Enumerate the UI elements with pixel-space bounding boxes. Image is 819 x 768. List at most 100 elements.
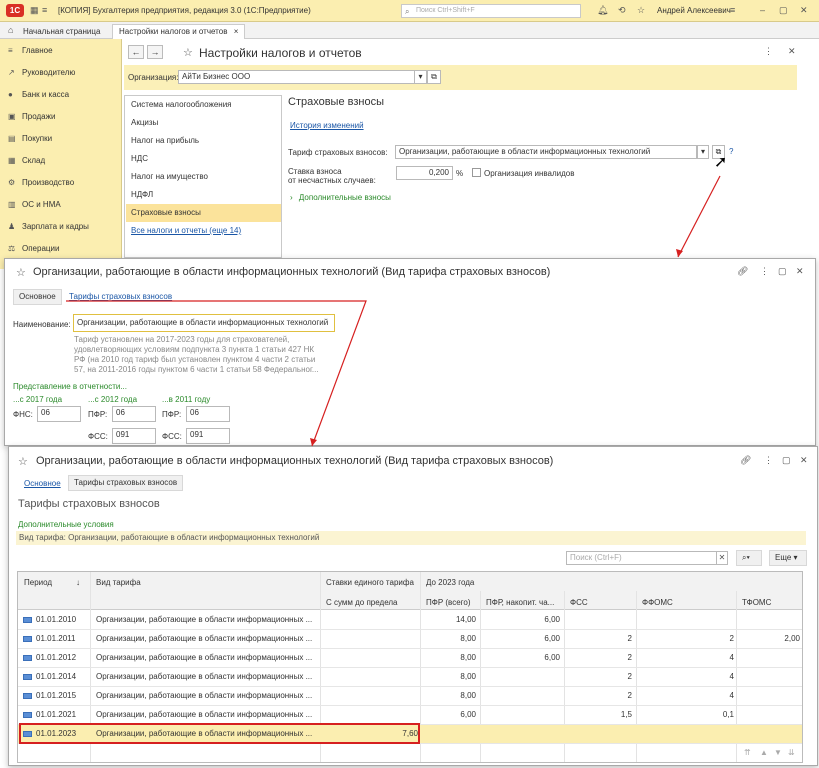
all-taxes-link[interactable]: Все налоги и отчеты (еще 14) [126, 222, 281, 240]
back-button[interactable]: ← [128, 45, 144, 59]
tab-rates-link[interactable]: Тарифы страховых взносов [69, 292, 172, 301]
pfr-2012-field[interactable]: 06 [112, 406, 156, 422]
column-period[interactable]: Период [24, 578, 52, 587]
organization-open-button[interactable]: ⧉ [427, 70, 441, 84]
history-icon[interactable]: ⟲ [618, 5, 626, 16]
list-item[interactable]: Акцизы [126, 114, 281, 132]
column-pfr-funded[interactable]: ПФР, накопит. ча... [486, 598, 554, 607]
list-item[interactable]: НДС [126, 150, 281, 168]
sort-down-icon[interactable]: ↓ [76, 578, 80, 587]
table-row[interactable]: 01.01.2012 Организации, работающие в обл… [18, 649, 802, 668]
more-menu-icon[interactable]: ⋮ [764, 46, 773, 57]
rate-label: Ставка взноса от несчастных случаев: [288, 167, 376, 185]
fss-2011-field[interactable]: 091 [186, 428, 230, 444]
more-menu-icon[interactable]: ⋮ [764, 455, 773, 466]
organization-dropdown[interactable]: ▾ [414, 70, 427, 84]
sidebar-item-operations[interactable]: ⚖ Операции [8, 241, 59, 257]
forward-button[interactable]: → [147, 45, 163, 59]
chart-icon: ↗ [8, 68, 15, 77]
tab-main-link[interactable]: Основное [24, 479, 61, 488]
additional-conditions-link[interactable]: Дополнительные условия [18, 520, 114, 529]
sidebar-item-salary[interactable]: ♟ Зарплата и кадры [8, 219, 89, 235]
column-single-rate[interactable]: Ставки единого тарифа [326, 578, 414, 587]
sidebar-item-production[interactable]: ⚙ Производство [8, 175, 74, 191]
scroll-up-icon[interactable]: ▲ [760, 748, 768, 757]
table-search-input[interactable]: Поиск (Ctrl+F) [566, 551, 717, 565]
tax-section-list: Система налогообложения Акцизы Налог на … [124, 95, 282, 258]
rate-field[interactable]: 0,200 [396, 166, 453, 180]
column-kind[interactable]: Вид тарифа [96, 578, 141, 587]
tab-home[interactable]: Начальная страница [16, 24, 107, 39]
tab-tax-settings[interactable]: Настройки налогов и отчетов × [112, 24, 246, 39]
favorite-star-icon[interactable]: ☆ [16, 266, 26, 279]
additional-contributions-toggle[interactable]: › Дополнительные взносы [290, 193, 391, 202]
history-link[interactable]: История изменений [290, 121, 364, 130]
maximize-icon[interactable]: ▢ [782, 455, 791, 466]
user-name[interactable]: Андрей Алексеевич [657, 6, 731, 15]
organization-bar: Организация: АйТи Бизнес ООО ▾ ⧉ [124, 65, 797, 90]
global-search-input[interactable]: ⌕ Поиск Ctrl+Shift+F [401, 4, 581, 18]
operations-icon: ⚖ [8, 244, 16, 253]
favorite-star-icon[interactable]: ☆ [183, 46, 193, 59]
column-within-limit[interactable]: С сумм до предела [326, 598, 398, 607]
column-fss[interactable]: ФСС [570, 598, 588, 607]
maximize-icon[interactable]: ▢ [779, 5, 788, 16]
tab-close-icon[interactable]: × [234, 27, 239, 36]
more-menu-icon[interactable]: ⋮ [760, 266, 769, 277]
tariff-field[interactable]: Организации, работающие в области информ… [395, 145, 697, 159]
sidebar-item-purchases[interactable]: ▤ Покупки [8, 131, 52, 147]
close-form-icon[interactable]: ✕ [788, 46, 796, 57]
bell-icon[interactable]: 🔔︎ [597, 5, 608, 16]
settings-menu-icon[interactable]: ≡ [730, 5, 735, 15]
clear-search-icon[interactable]: ✕ [716, 551, 728, 565]
column-before-2023[interactable]: До 2023 года [426, 578, 474, 587]
organization-field[interactable]: АйТи Бизнес ООО [178, 70, 426, 84]
help-icon[interactable]: ? [729, 147, 733, 156]
table-row[interactable]: 01.01.2015 Организации, работающие в обл… [18, 687, 802, 706]
table-row[interactable]: 01.01.2014 Организации, работающие в обл… [18, 668, 802, 687]
scroll-bottom-icon[interactable]: ⇊ [788, 748, 795, 757]
fns-field[interactable]: 06 [37, 406, 81, 422]
close-icon[interactable]: ✕ [796, 266, 804, 277]
tab-rates[interactable]: Тарифы страховых взносов [68, 475, 184, 491]
table-row[interactable]: 01.01.2011 Организации, работающие в обл… [18, 630, 802, 649]
column-pfr-total[interactable]: ПФР (всего) [426, 598, 471, 607]
tab-main[interactable]: Основное [13, 289, 62, 305]
disabled-org-checkbox[interactable] [472, 168, 481, 177]
table-row[interactable]: 01.01.2010 Организации, работающие в обл… [18, 611, 802, 630]
scroll-down-icon[interactable]: ▼ [774, 748, 782, 757]
hamburger-icon[interactable]: ≡ [42, 5, 47, 15]
sidebar-item-main[interactable]: ≡ Главное [8, 43, 53, 59]
column-ffoms[interactable]: ФФОМС [642, 598, 673, 607]
star-icon[interactable]: ☆ [637, 5, 645, 16]
sidebar-item-bank[interactable]: ● Банк и касса [8, 87, 69, 103]
list-item-selected[interactable]: Страховые взносы [126, 204, 281, 222]
disabled-org-label: Организация инвалидов [484, 169, 575, 178]
pfr-2011-field[interactable]: 06 [186, 406, 230, 422]
link-icon[interactable]: 🔗︎ [737, 266, 748, 277]
favorite-star-icon[interactable]: ☆ [18, 455, 28, 468]
scroll-top-icon[interactable]: ⇈ [744, 748, 751, 757]
maximize-icon[interactable]: ▢ [778, 266, 787, 277]
reporting-group-title[interactable]: Представление в отчетности... [13, 382, 127, 391]
column-tfoms[interactable]: ТФОМС [742, 598, 771, 607]
list-item[interactable]: Налог на имущество [126, 168, 281, 186]
list-item[interactable]: Система налогообложения [126, 96, 281, 114]
list-item[interactable]: НДФЛ [126, 186, 281, 204]
sidebar-item-sales[interactable]: ▣ Продажи [8, 109, 55, 125]
organization-label: Организация: [128, 73, 179, 82]
search-button[interactable]: ⌕▾ [736, 550, 762, 566]
list-item[interactable]: Налог на прибыль [126, 132, 281, 150]
sidebar-item-director[interactable]: ↗ Руководителю [8, 65, 75, 81]
minimize-icon[interactable]: – [760, 5, 765, 15]
tariff-dropdown[interactable]: ▾ [697, 145, 709, 159]
sidebar-item-warehouse[interactable]: ▦ Склад [8, 153, 45, 169]
grid-icon[interactable]: ▦ [30, 5, 39, 16]
link-icon[interactable]: 🔗︎ [740, 455, 751, 466]
more-button[interactable]: Еще ▾ [769, 550, 807, 566]
sidebar-item-assets[interactable]: ▥ ОС и НМА [8, 197, 61, 213]
close-icon[interactable]: ✕ [800, 5, 808, 16]
name-field[interactable]: Организации, работающие в области информ… [73, 314, 335, 332]
fss-2012-field[interactable]: 091 [112, 428, 156, 444]
close-icon[interactable]: ✕ [800, 455, 808, 466]
